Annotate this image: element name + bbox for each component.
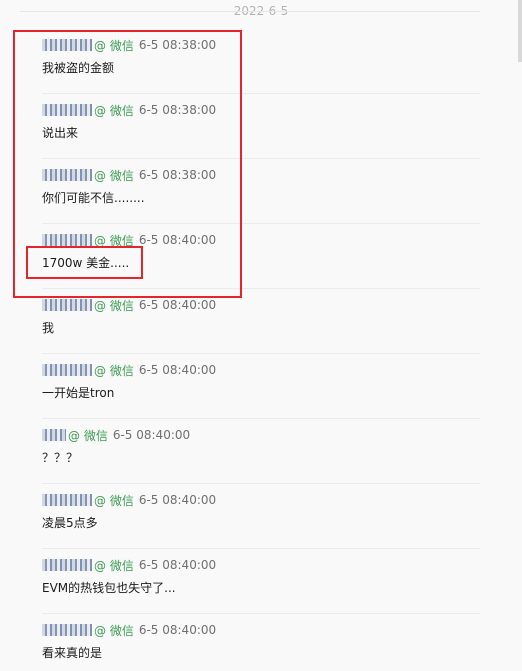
blurred-sender-name bbox=[42, 559, 92, 571]
blurred-sender-name bbox=[42, 364, 92, 376]
message-time: 6-5 08:40:00 bbox=[138, 298, 217, 312]
message-item: @ 微信 6-5 08:40:00 一开始是tron bbox=[42, 353, 480, 419]
message-item: @ 微信 6-5 08:40:00 凌晨5点多 bbox=[42, 483, 480, 549]
blurred-sender-name bbox=[42, 494, 92, 506]
message-meta: @ 微信 6-5 08:40:00 bbox=[42, 428, 191, 443]
message-time: 6-5 08:40:00 bbox=[138, 493, 217, 507]
message-time: 6-5 08:40:00 bbox=[112, 428, 191, 442]
source-label: @ 微信 bbox=[68, 428, 108, 443]
blurred-sender-name bbox=[42, 299, 92, 311]
message-meta: @ 微信 6-5 08:40:00 bbox=[42, 558, 217, 573]
message-item: @ 微信 6-5 08:40:00 看来真的是 bbox=[42, 613, 480, 671]
source-label: @ 微信 bbox=[94, 558, 134, 573]
highlight-box-amount bbox=[26, 246, 143, 279]
message-meta: @ 微信 6-5 08:40:00 bbox=[42, 298, 217, 313]
source-label: @ 微信 bbox=[94, 623, 134, 638]
message-text: 凌晨5点多 bbox=[42, 516, 98, 530]
message-meta: @ 微信 6-5 08:40:00 bbox=[42, 363, 217, 378]
message-text: ？？？ bbox=[42, 451, 79, 465]
message-text: EVM的热钱包也失守了... bbox=[42, 581, 176, 595]
message-time: 6-5 08:40:00 bbox=[138, 363, 217, 377]
blurred-sender-name bbox=[42, 429, 66, 441]
source-label: @ 微信 bbox=[94, 363, 134, 378]
message-time: 6-5 08:40:00 bbox=[138, 623, 217, 637]
source-label: @ 微信 bbox=[94, 493, 134, 508]
message-text: 看来真的是 bbox=[42, 646, 103, 660]
scrollbar-thumb[interactable] bbox=[518, 0, 522, 62]
blurred-sender-name bbox=[42, 624, 92, 636]
message-text: 我 bbox=[42, 321, 55, 335]
message-item: @ 微信 6-5 08:40:00 ？？？ bbox=[42, 418, 480, 484]
message-meta: @ 微信 6-5 08:40:00 bbox=[42, 493, 217, 508]
message-item: @ 微信 6-5 08:40:00 EVM的热钱包也失守了... bbox=[42, 548, 480, 614]
divider bbox=[20, 11, 480, 12]
message-meta: @ 微信 6-5 08:40:00 bbox=[42, 623, 217, 638]
source-label: @ 微信 bbox=[94, 298, 134, 313]
message-time: 6-5 08:40:00 bbox=[138, 558, 217, 572]
chat-log-page: 2022-6-5 @ 微信 6-5 08:38:00 我被盗的金额 @ 微信 6… bbox=[0, 0, 522, 671]
message-text: 一开始是tron bbox=[42, 386, 115, 400]
